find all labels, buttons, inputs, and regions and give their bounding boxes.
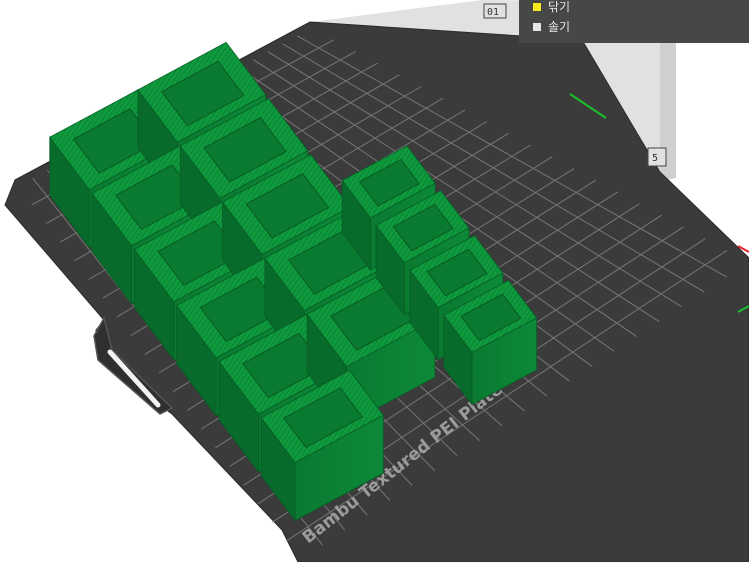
svg-text:5: 5: [652, 153, 658, 164]
legend-swatch-icon: [533, 2, 541, 11]
3d-viewport[interactable]: Bambu Textured PEI Plate 01 5 닦기 솔기: [0, 0, 749, 562]
legend-label: 솔기: [548, 20, 571, 34]
legend-panel: 닦기 솔기: [519, 0, 749, 43]
plate-corner-icon: 5: [647, 147, 667, 167]
build-plate-scene: Bambu Textured PEI Plate 01 5: [4, 0, 749, 562]
legend-item-seam: 솔기: [533, 18, 570, 35]
legend-item-wipe: 닦기: [533, 0, 570, 15]
plate-number-icon: 01: [483, 3, 507, 19]
legend-swatch-icon: [533, 22, 541, 31]
legend-label: 닦기: [548, 0, 571, 14]
svg-text:01: 01: [487, 7, 499, 18]
